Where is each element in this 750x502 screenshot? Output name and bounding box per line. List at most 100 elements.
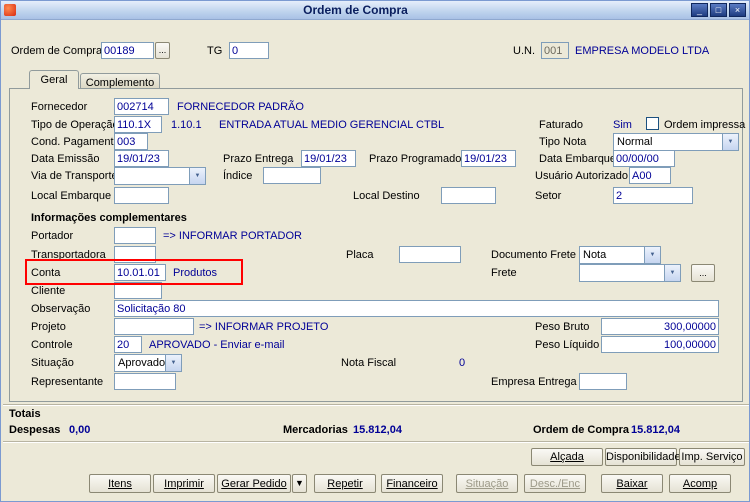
representante-input[interactable] bbox=[114, 373, 176, 390]
tipo-operacao-code: 1.10.1 bbox=[171, 119, 202, 131]
repetir-button[interactable]: Repetir bbox=[314, 474, 376, 493]
fornecedor-desc: FORNECEDOR PADRÃO bbox=[177, 101, 304, 113]
observacao-input[interactable] bbox=[114, 300, 719, 317]
itens-button[interactable]: Itens bbox=[89, 474, 151, 493]
cliente-label: Cliente bbox=[31, 285, 66, 297]
ordem-impressa-checkbox[interactable] bbox=[646, 117, 659, 130]
controle-input[interactable] bbox=[114, 336, 142, 353]
indice-input[interactable] bbox=[263, 167, 321, 184]
titlebar[interactable]: Ordem de Compra _ □ × bbox=[1, 1, 749, 20]
observacao-label: Observação bbox=[31, 303, 91, 315]
tipo-operacao-label: Tipo de Operação bbox=[31, 119, 119, 131]
prazo-programado-label: Prazo Programado bbox=[369, 153, 462, 165]
portador-input[interactable] bbox=[114, 227, 156, 244]
conta-label: Conta bbox=[31, 267, 61, 279]
alcada-button[interactable]: Alçada bbox=[531, 448, 603, 466]
peso-liquido-label: Peso Líquido bbox=[535, 339, 600, 351]
tipo-nota-select[interactable]: Normal ▼ bbox=[613, 133, 739, 151]
fornecedor-input[interactable] bbox=[114, 98, 169, 115]
minimize-button[interactable]: _ bbox=[691, 3, 708, 17]
totais-divider bbox=[3, 404, 749, 406]
documento-frete-select[interactable]: Nota ▼ bbox=[579, 246, 661, 264]
informacoes-complementares-title: Informações complementares bbox=[31, 212, 187, 224]
data-embarque-label: Data Embarque bbox=[539, 153, 617, 165]
data-emissao-label: Data Emissão bbox=[31, 153, 100, 165]
acomp-button[interactable]: Acomp bbox=[669, 474, 731, 493]
despesas-label: Despesas bbox=[9, 424, 61, 436]
conta-input[interactable] bbox=[114, 264, 166, 281]
placa-input[interactable] bbox=[399, 246, 461, 263]
totais-title: Totais bbox=[9, 408, 41, 420]
prazo-entrega-input[interactable] bbox=[301, 150, 356, 167]
portador-hint: => INFORMAR PORTADOR bbox=[163, 230, 302, 242]
portador-label: Portador bbox=[31, 230, 74, 242]
cond-pagamento-label: Cond. Pagamento bbox=[31, 136, 120, 148]
chevron-down-icon: ▼ bbox=[722, 134, 738, 150]
buttons-divider bbox=[3, 441, 749, 443]
tab-geral[interactable]: Geral bbox=[29, 70, 79, 89]
data-emissao-input[interactable] bbox=[114, 150, 169, 167]
close-button[interactable]: × bbox=[729, 3, 746, 17]
financeiro-button[interactable]: Financeiro bbox=[381, 474, 443, 493]
prazo-programado-input[interactable] bbox=[461, 150, 516, 167]
empresa-entrega-input[interactable] bbox=[579, 373, 627, 390]
situacao-label: Situação bbox=[31, 357, 74, 369]
projeto-hint: => INFORMAR PROJETO bbox=[199, 321, 329, 333]
empresa-entrega-label: Empresa Entrega bbox=[491, 376, 577, 388]
transportadora-input[interactable] bbox=[114, 246, 156, 263]
tipo-nota-value: Normal bbox=[617, 136, 653, 148]
ordem-de-compra-input[interactable] bbox=[101, 42, 154, 59]
conta-desc: Produtos bbox=[173, 267, 218, 279]
imp-servico-button[interactable]: Imp. Serviço bbox=[679, 448, 745, 466]
via-transporte-select[interactable]: ▼ bbox=[114, 167, 206, 185]
controle-label: Controle bbox=[31, 339, 73, 351]
disponibilidade-button[interactable]: Disponibilidade bbox=[605, 448, 681, 466]
gerar-pedido-button[interactable]: Gerar Pedido bbox=[217, 474, 291, 493]
peso-bruto-input[interactable] bbox=[601, 318, 719, 335]
chevron-down-icon: ▼ bbox=[189, 168, 205, 184]
via-transporte-label: Via de Transporte bbox=[31, 170, 118, 182]
un-input bbox=[541, 42, 569, 59]
frete-label: Frete bbox=[491, 267, 517, 279]
window-title: Ordem de Compra bbox=[303, 3, 408, 17]
usuario-autorizado-input[interactable] bbox=[629, 167, 671, 184]
cliente-input[interactable] bbox=[114, 282, 162, 299]
local-embarque-label: Local Embarque bbox=[31, 190, 112, 202]
un-label: U.N. bbox=[513, 45, 535, 57]
projeto-label: Projeto bbox=[31, 321, 66, 333]
app-icon bbox=[4, 4, 16, 16]
situacao-value: Aprovado bbox=[118, 357, 165, 369]
data-embarque-input[interactable] bbox=[613, 150, 675, 167]
tipo-operacao-desc: ENTRADA ATUAL MEDIO GERENCIAL CTBL bbox=[219, 119, 445, 131]
tipo-operacao-input[interactable] bbox=[114, 116, 162, 133]
faturado-value: Sim bbox=[613, 119, 632, 131]
gerar-pedido-dropdown-button[interactable]: ▼ bbox=[292, 474, 307, 493]
chevron-down-icon: ▼ bbox=[644, 247, 660, 263]
local-embarque-input[interactable] bbox=[114, 187, 169, 204]
tab-complemento[interactable]: Complemento bbox=[80, 73, 160, 89]
mercadorias-value: 15.812,04 bbox=[353, 424, 402, 436]
placa-label: Placa bbox=[346, 249, 374, 261]
cond-pagamento-input[interactable] bbox=[114, 133, 148, 150]
situacao-select[interactable]: Aprovado ▼ bbox=[114, 354, 182, 372]
imprimir-button[interactable]: Imprimir bbox=[153, 474, 215, 493]
desc-enc-button: Desc./Enc bbox=[524, 474, 586, 493]
local-destino-input[interactable] bbox=[441, 187, 496, 204]
chevron-down-icon: ▼ bbox=[165, 355, 181, 371]
projeto-input[interactable] bbox=[114, 318, 194, 335]
documento-frete-label: Documento Frete bbox=[491, 249, 576, 261]
baixar-button[interactable]: Baixar bbox=[601, 474, 663, 493]
usuario-autorizado-label: Usuário Autorizado bbox=[535, 170, 628, 182]
setor-input[interactable] bbox=[613, 187, 693, 204]
ordem-browse-button[interactable]: ... bbox=[155, 42, 170, 59]
peso-liquido-input[interactable] bbox=[601, 336, 719, 353]
frete-value bbox=[580, 265, 664, 281]
nota-fiscal-label: Nota Fiscal bbox=[341, 357, 397, 369]
maximize-button[interactable]: □ bbox=[710, 3, 727, 17]
frete-select[interactable]: ▼ bbox=[579, 264, 681, 282]
un-company-label: EMPRESA MODELO LTDA bbox=[575, 45, 710, 57]
local-destino-label: Local Destino bbox=[353, 190, 420, 202]
tg-input[interactable] bbox=[229, 42, 269, 59]
frete-browse-button[interactable]: ... bbox=[691, 264, 715, 282]
indice-label: Índice bbox=[223, 170, 253, 182]
